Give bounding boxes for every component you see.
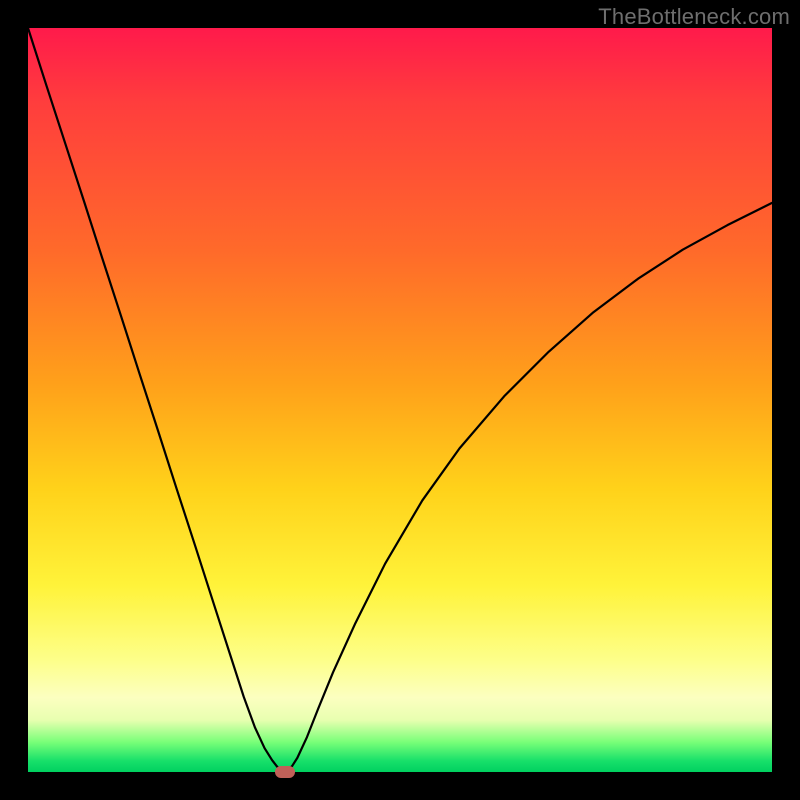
minimum-marker — [275, 766, 295, 778]
plot-area — [28, 28, 772, 772]
chart-frame: TheBottleneck.com — [0, 0, 800, 800]
watermark-label: TheBottleneck.com — [598, 4, 790, 30]
bottleneck-curve — [28, 28, 772, 772]
